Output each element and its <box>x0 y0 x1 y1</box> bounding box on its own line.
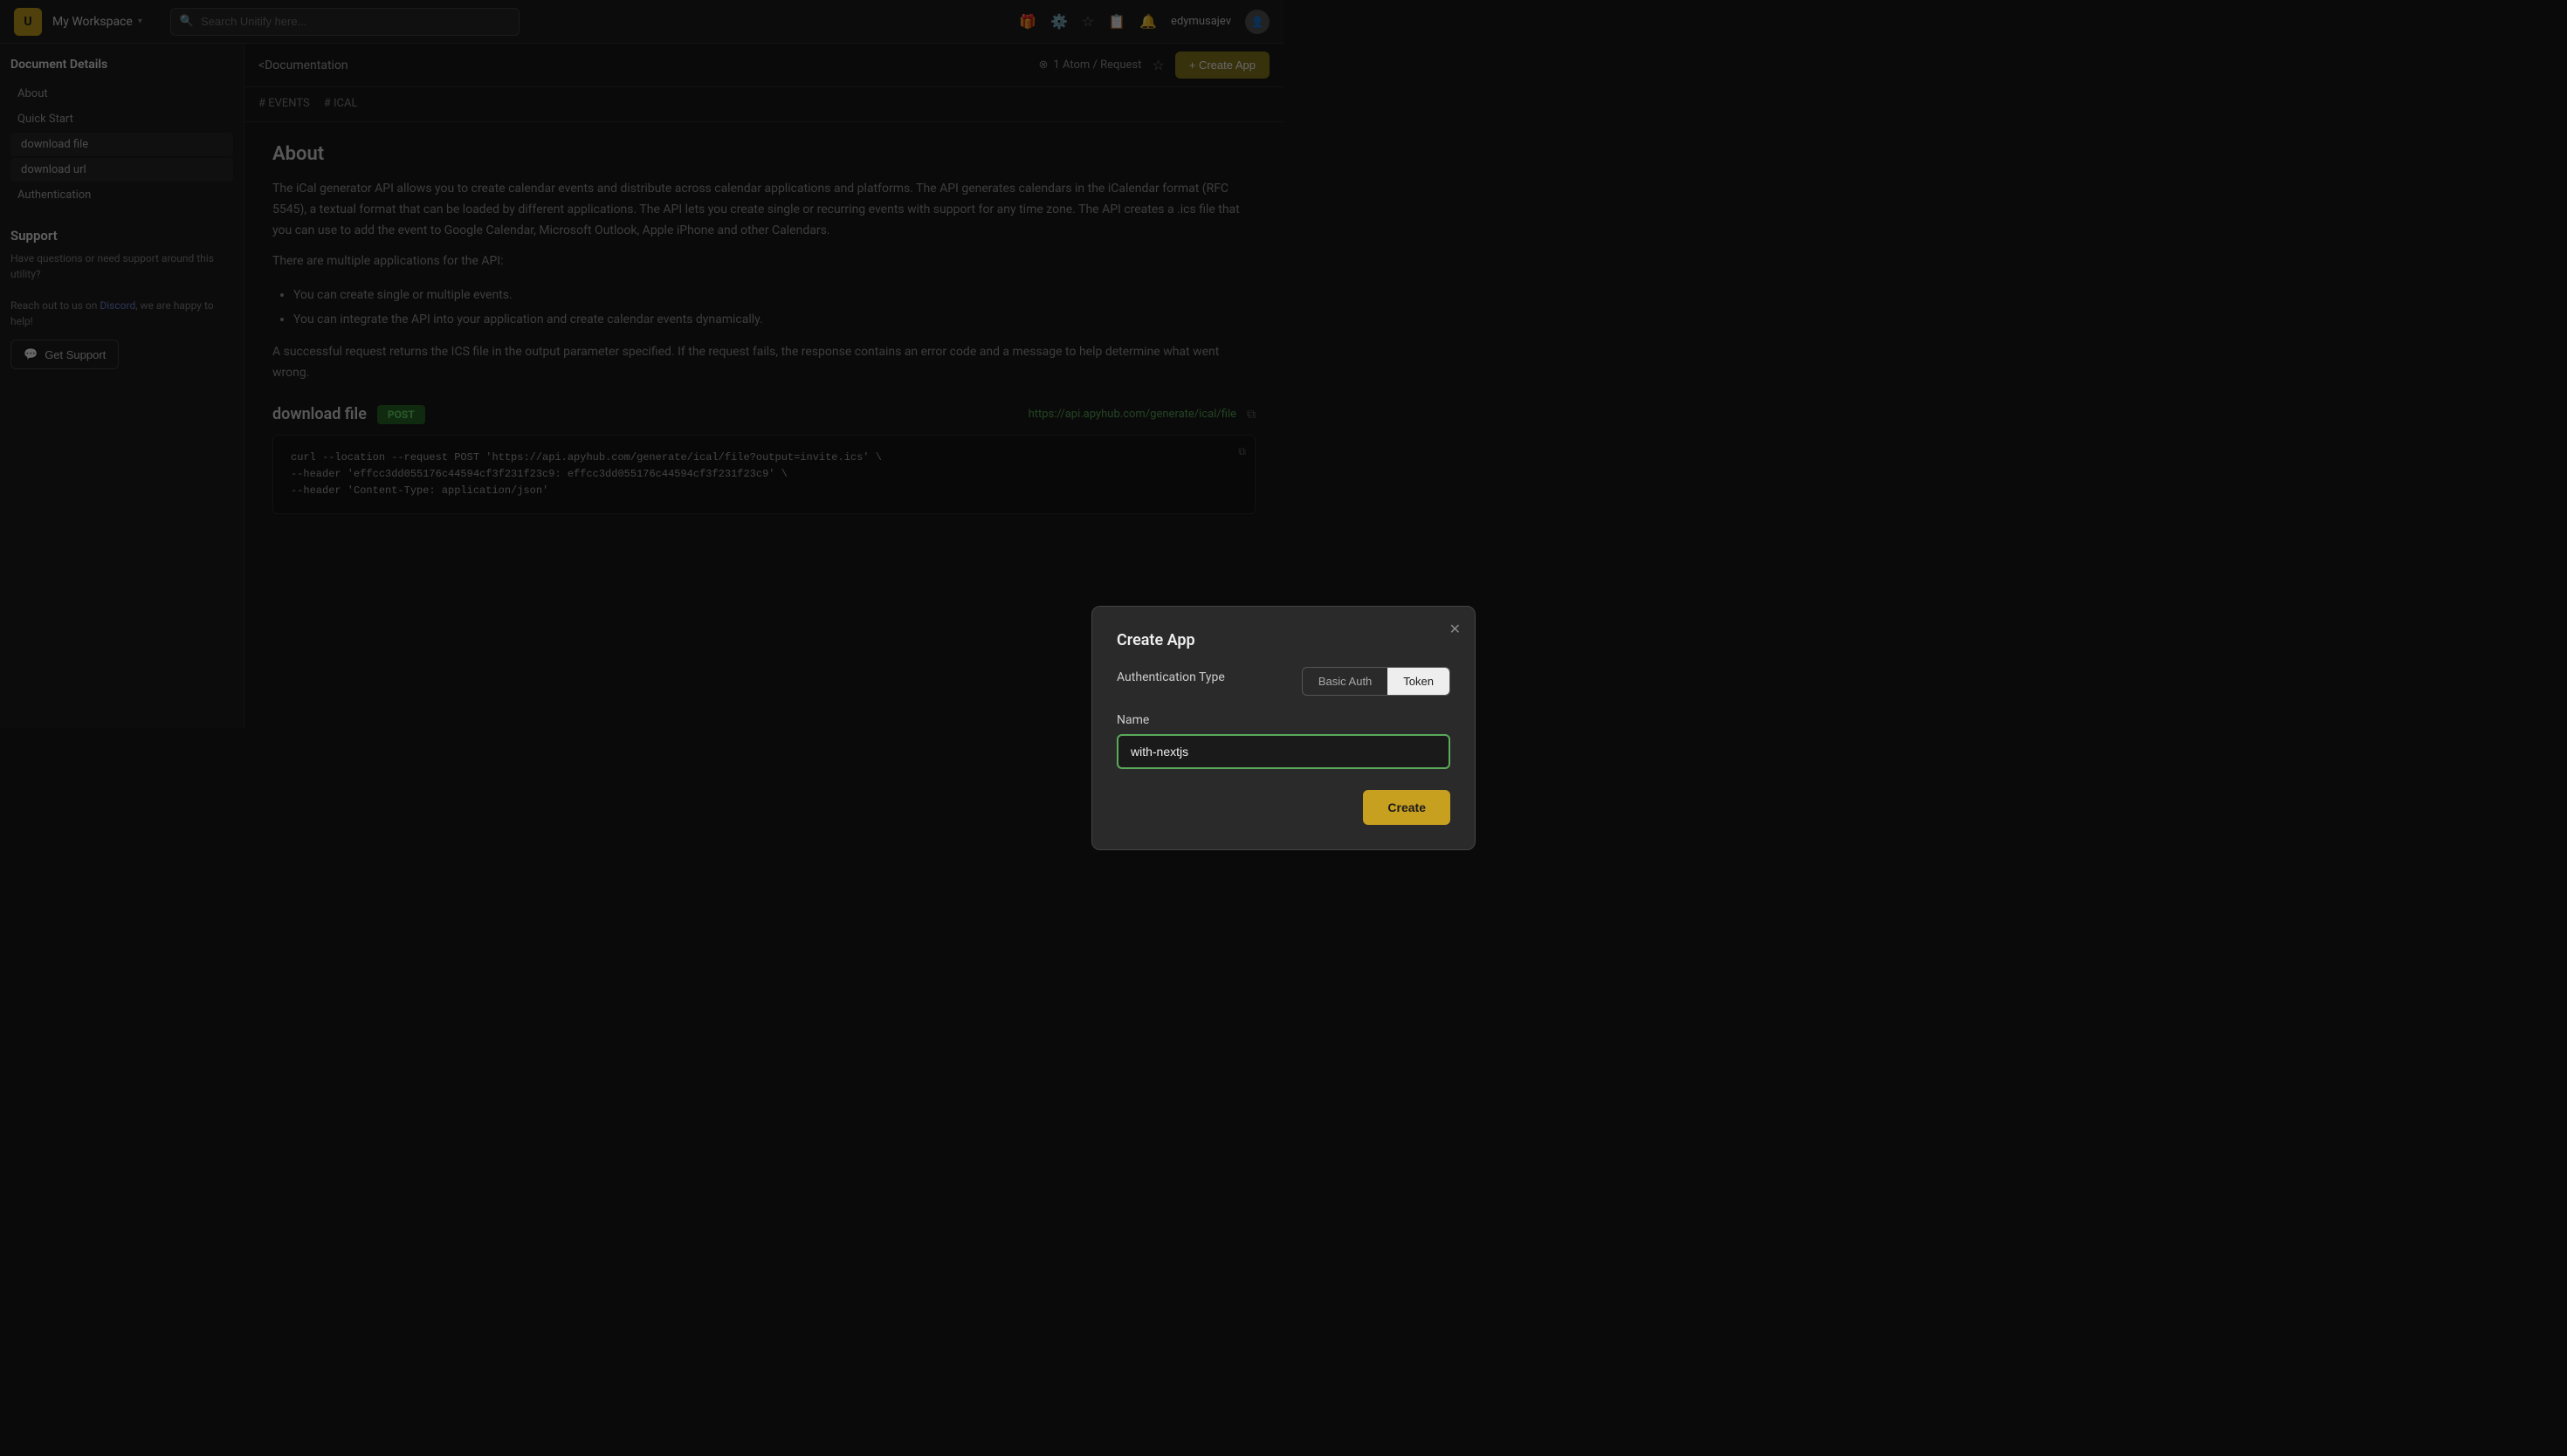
create-app-modal: Create App ✕ Authentication Type Basic A… <box>1091 606 1476 850</box>
auth-toggle: Basic Auth Token <box>1302 667 1450 696</box>
modal-create-button[interactable]: Create <box>1363 790 1450 825</box>
basic-auth-button[interactable]: Basic Auth <box>1303 668 1387 695</box>
app-name-input[interactable] <box>1117 734 1450 769</box>
modal-overlay[interactable]: Create App ✕ Authentication Type Basic A… <box>0 0 2567 1456</box>
auth-type-row: Authentication Type Basic Auth Token <box>1117 667 1450 696</box>
auth-type-label: Authentication Type <box>1117 670 1225 684</box>
name-field-group: Name <box>1117 713 1450 790</box>
token-button[interactable]: Token <box>1387 668 1449 695</box>
name-label: Name <box>1117 713 1450 727</box>
modal-close-button[interactable]: ✕ <box>1449 621 1461 638</box>
modal-title: Create App <box>1117 631 1450 649</box>
